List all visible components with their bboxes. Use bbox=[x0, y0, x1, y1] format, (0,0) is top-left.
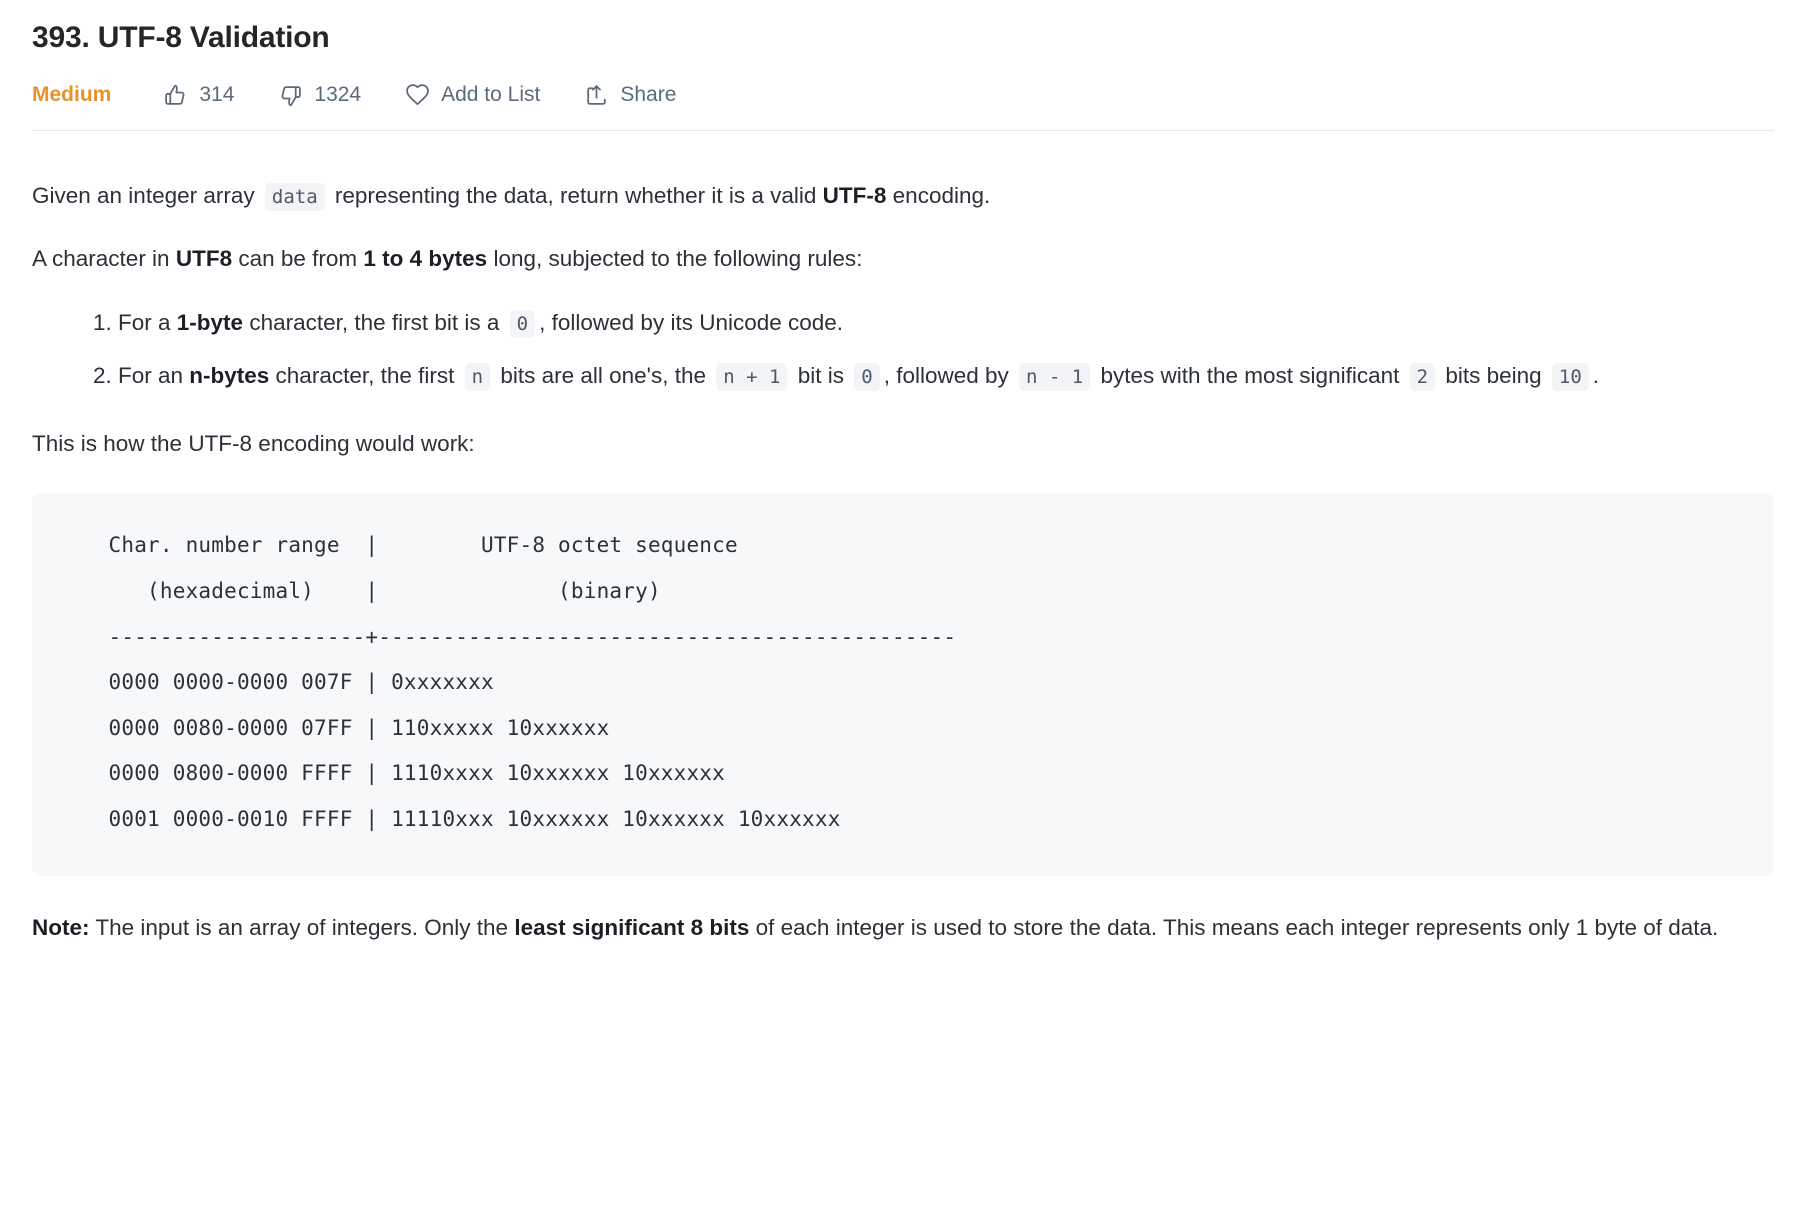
rules-list: For a 1-byte character, the first bit is… bbox=[32, 297, 1774, 403]
problem-meta-row: Medium 314 1324 bbox=[32, 64, 1774, 126]
description-paragraph-3: This is how the UTF-8 encoding would wor… bbox=[32, 413, 1774, 476]
rule2-text-h: . bbox=[1593, 363, 1599, 388]
inline-code-zero-2: 0 bbox=[854, 363, 879, 391]
note-text-b: of each integer is used to store the dat… bbox=[749, 915, 1718, 940]
thumbs-down-icon bbox=[278, 83, 303, 108]
share-icon bbox=[584, 83, 609, 108]
share-button[interactable]: Share bbox=[584, 83, 676, 108]
list-item: For an n-bytes character, the first n bi… bbox=[118, 350, 1774, 403]
p2-bold-utf8: UTF8 bbox=[176, 246, 232, 271]
note-bold: least significant 8 bits bbox=[514, 915, 749, 940]
inline-code-data: data bbox=[265, 183, 325, 211]
like-count: 314 bbox=[199, 83, 234, 107]
list-item: For a 1-byte character, the first bit is… bbox=[118, 297, 1774, 350]
rule2-text-c: bits are all one's, the bbox=[494, 363, 712, 388]
share-label: Share bbox=[620, 83, 676, 107]
rule2-text-a: For an bbox=[118, 363, 189, 388]
description-paragraph-2: A character in UTF8 can be from 1 to 4 b… bbox=[32, 228, 1774, 291]
inline-code-n: n bbox=[465, 363, 490, 391]
dislike-count: 1324 bbox=[314, 83, 361, 107]
description-paragraph-1: Given an integer array data representing… bbox=[32, 157, 1774, 228]
inline-code-two: 2 bbox=[1410, 363, 1435, 391]
p2-bold-bytes: 1 to 4 bytes bbox=[363, 246, 487, 271]
note-text-a: The input is an array of integers. Only … bbox=[90, 915, 515, 940]
inline-code-ten: 10 bbox=[1552, 363, 1589, 391]
rule1-text-c: , followed by its Unicode code. bbox=[539, 310, 843, 335]
dislike-button[interactable]: 1324 bbox=[278, 83, 361, 108]
add-to-list-label: Add to List bbox=[441, 83, 540, 107]
p1-text-b: representing the data, return whether it… bbox=[329, 183, 823, 208]
p2-text-a: A character in bbox=[32, 246, 176, 271]
p1-text-c: encoding. bbox=[886, 183, 990, 208]
rule2-text-b: character, the first bbox=[269, 363, 460, 388]
rule2-text-e: , followed by bbox=[884, 363, 1015, 388]
rule1-text-a: For a bbox=[118, 310, 177, 335]
like-button[interactable]: 314 bbox=[163, 83, 234, 108]
add-to-list-button[interactable]: Add to List bbox=[405, 83, 540, 108]
inline-code-zero: 0 bbox=[510, 310, 535, 338]
problem-description-page: 393. UTF-8 Validation Medium 314 1324 bbox=[0, 0, 1806, 1224]
codeblock-content: Char. number range | UTF-8 octet sequenc… bbox=[70, 533, 956, 830]
difficulty-badge[interactable]: Medium bbox=[32, 83, 111, 107]
heart-icon bbox=[405, 83, 430, 108]
rule2-text-f: bytes with the most significant bbox=[1094, 363, 1405, 388]
page-title: 393. UTF-8 Validation bbox=[32, 0, 1774, 58]
note-label: Note: bbox=[32, 915, 90, 940]
rule2-bold: n-bytes bbox=[189, 363, 269, 388]
utf8-encoding-table-codeblock: Char. number range | UTF-8 octet sequenc… bbox=[32, 493, 1774, 876]
inline-code-n-plus-1: n + 1 bbox=[716, 363, 787, 391]
problem-content: Given an integer array data representing… bbox=[32, 131, 1774, 947]
note-block: Note: The input is an array of integers.… bbox=[32, 886, 1774, 946]
rule1-text-b: character, the first bit is a bbox=[243, 310, 506, 335]
p1-text-a: Given an integer array bbox=[32, 183, 261, 208]
p2-text-b: can be from bbox=[232, 246, 363, 271]
p2-text-c: long, subjected to the following rules: bbox=[487, 246, 862, 271]
rule2-text-g: bits being bbox=[1439, 363, 1548, 388]
thumbs-up-icon bbox=[163, 83, 188, 108]
p1-bold-utf8: UTF-8 bbox=[823, 183, 887, 208]
inline-code-n-minus-1: n - 1 bbox=[1019, 363, 1090, 391]
rule1-bold: 1-byte bbox=[177, 310, 243, 335]
rule2-text-d: bit is bbox=[791, 363, 850, 388]
